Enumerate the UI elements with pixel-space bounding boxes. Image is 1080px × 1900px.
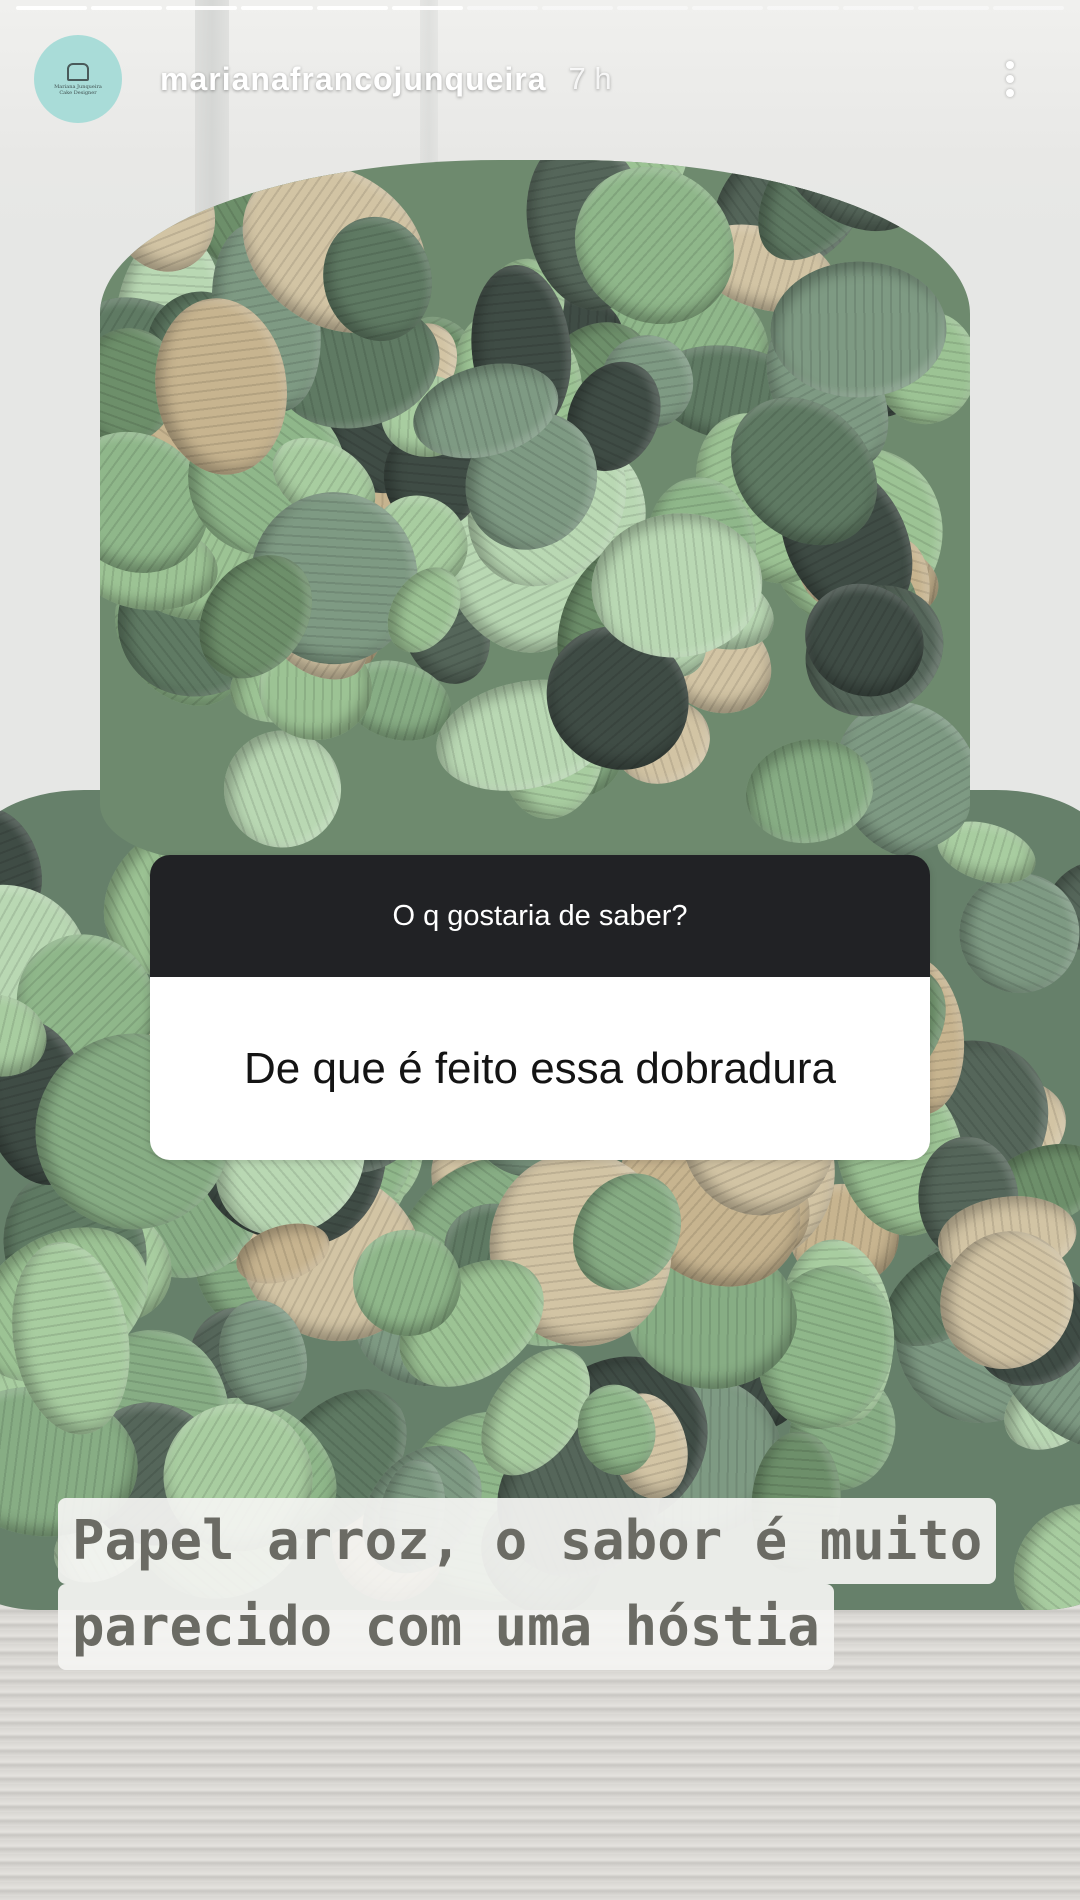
avatar-logo-subtext: Cake Designer: [59, 89, 97, 96]
question-prompt: O q gostaria de saber?: [150, 855, 930, 977]
progress-segment: [166, 6, 238, 10]
progress-segment: [391, 6, 463, 10]
progress-segment: [767, 6, 839, 10]
username[interactable]: marianafrancojunqueira: [160, 61, 547, 98]
progress-segment: [992, 6, 1064, 10]
answer-line-2: parecido com uma hóstia: [58, 1584, 834, 1670]
more-options-icon: [1006, 75, 1014, 83]
progress-segment: [91, 6, 163, 10]
progress-segment: [241, 6, 313, 10]
progress-segment: [842, 6, 914, 10]
more-options-icon: [1006, 89, 1014, 97]
progress-segment: [466, 6, 538, 10]
progress-segment: [692, 6, 764, 10]
answer-caption: Papel arroz, o sabor é muito parecido co…: [58, 1498, 1038, 1670]
story-header: Mariana Junqueira Cake Designer marianaf…: [34, 34, 1046, 124]
more-options-icon: [1006, 61, 1014, 69]
story-viewer[interactable]: Mariana Junqueira Cake Designer marianaf…: [0, 0, 1080, 1900]
progress-segment: [316, 6, 388, 10]
progress-segment: [917, 6, 989, 10]
post-time: 7 h: [568, 61, 612, 96]
cake-top-tier: [100, 160, 970, 860]
question-sticker[interactable]: O q gostaria de saber? De que é feito es…: [150, 855, 930, 1160]
crest-icon: [67, 62, 89, 81]
answer-line-1: Papel arroz, o sabor é muito: [58, 1498, 997, 1584]
story-progress-bar: [16, 6, 1064, 10]
progress-segment: [16, 6, 88, 10]
question-text: De que é feito essa dobradura: [150, 977, 930, 1160]
progress-segment: [617, 6, 689, 10]
more-options-button[interactable]: [990, 49, 1030, 109]
avatar[interactable]: Mariana Junqueira Cake Designer: [34, 35, 122, 123]
progress-segment: [541, 6, 614, 10]
